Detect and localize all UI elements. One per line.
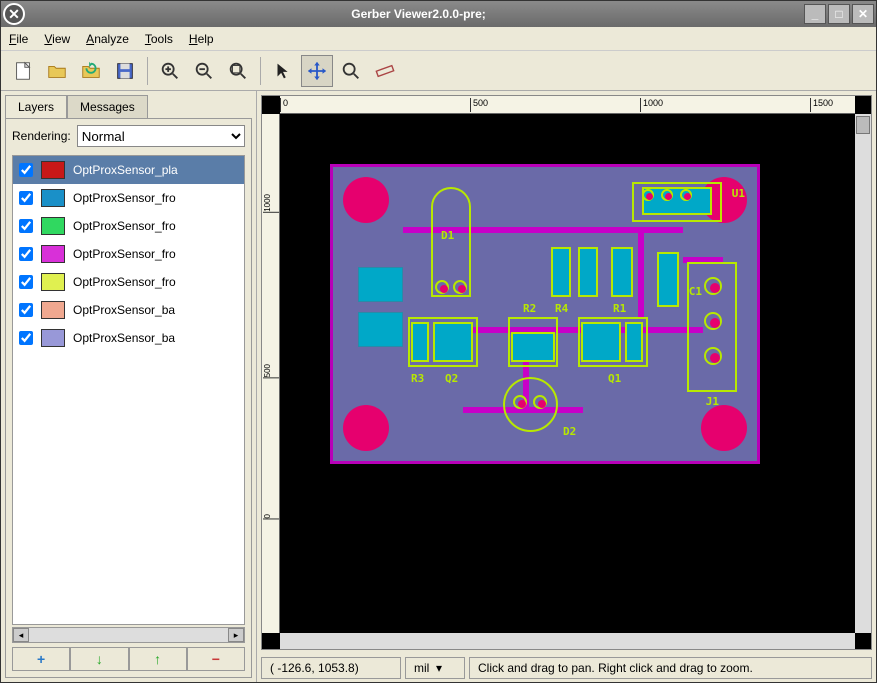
menu-tools[interactable]: Tools xyxy=(145,32,173,46)
layer-color-swatch[interactable] xyxy=(41,301,65,319)
scrollbar-vertical[interactable] xyxy=(855,114,871,633)
app-window: ✕ Gerber Viewer2.0.0-pre; _ □ ✕ File Vie… xyxy=(0,0,877,683)
layer-color-swatch[interactable] xyxy=(41,189,65,207)
pan-tool[interactable] xyxy=(301,55,333,87)
pcb-board: D1 U1 R4 R1 xyxy=(330,164,760,464)
status-hint: Click and drag to pan. Right click and d… xyxy=(469,657,872,679)
layer-row[interactable]: OptProxSensor_fro xyxy=(13,240,244,268)
layer-name-label: OptProxSensor_ba xyxy=(73,303,238,317)
tab-messages[interactable]: Messages xyxy=(67,95,148,118)
save-button[interactable] xyxy=(109,55,141,87)
layer-color-swatch[interactable] xyxy=(41,245,65,263)
layer-row[interactable]: OptProxSensor_fro xyxy=(13,268,244,296)
layer-visible-checkbox[interactable] xyxy=(19,247,33,261)
layer-name-label: OptProxSensor_fro xyxy=(73,191,238,205)
revert-button[interactable] xyxy=(75,55,107,87)
add-layer-button[interactable]: + xyxy=(12,647,70,671)
ruler-vertical: 1000 500 0 xyxy=(262,114,280,633)
zoom-tool[interactable] xyxy=(335,55,367,87)
new-button[interactable] xyxy=(7,55,39,87)
layer-color-swatch[interactable] xyxy=(41,161,65,179)
move-up-button[interactable]: ↑ xyxy=(129,647,187,671)
menu-file[interactable]: File xyxy=(9,32,28,46)
move-down-button[interactable]: ↓ xyxy=(70,647,128,671)
layer-color-swatch[interactable] xyxy=(41,329,65,347)
close-badge-icon[interactable]: ✕ xyxy=(3,3,25,25)
minimize-button[interactable]: _ xyxy=(804,4,826,24)
layer-name-label: OptProxSensor_pla xyxy=(73,163,238,177)
layer-name-label: OptProxSensor_fro xyxy=(73,247,238,261)
scrollbar-horizontal[interactable] xyxy=(280,633,855,649)
layer-color-swatch[interactable] xyxy=(41,273,65,291)
layer-visible-checkbox[interactable] xyxy=(19,191,33,205)
layer-visible-checkbox[interactable] xyxy=(19,331,33,345)
menu-help[interactable]: Help xyxy=(189,32,214,46)
layer-row[interactable]: OptProxSensor_ba xyxy=(13,296,244,324)
rendering-select[interactable]: Normal xyxy=(77,125,245,147)
measure-tool[interactable] xyxy=(369,55,401,87)
statusbar: ( -126.6, 1053.8) mil ▾ Click and drag t… xyxy=(257,654,876,682)
close-button[interactable]: ✕ xyxy=(852,4,874,24)
layer-color-swatch[interactable] xyxy=(41,217,65,235)
zoom-fit-button[interactable] xyxy=(222,55,254,87)
layer-visible-checkbox[interactable] xyxy=(19,163,33,177)
layer-name-label: OptProxSensor_fro xyxy=(73,275,238,289)
sidebar: Layers Messages Rendering: Normal OptPro… xyxy=(1,91,257,682)
viewport[interactable]: 0 500 1000 1500 1000 500 0 xyxy=(261,95,872,650)
layer-visible-checkbox[interactable] xyxy=(19,219,33,233)
titlebar: ✕ Gerber Viewer2.0.0-pre; _ □ ✕ xyxy=(1,1,876,27)
pointer-tool[interactable] xyxy=(267,55,299,87)
sidebar-hscroll[interactable]: ◂▸ xyxy=(12,627,245,643)
menu-analyze[interactable]: Analyze xyxy=(86,32,129,46)
toolbar xyxy=(1,51,876,91)
open-button[interactable] xyxy=(41,55,73,87)
maximize-button[interactable]: □ xyxy=(828,4,850,24)
zoom-out-button[interactable] xyxy=(188,55,220,87)
layer-row[interactable]: OptProxSensor_fro xyxy=(13,184,244,212)
layer-visible-checkbox[interactable] xyxy=(19,303,33,317)
status-unit-select[interactable]: mil ▾ xyxy=(405,657,465,679)
layer-name-label: OptProxSensor_fro xyxy=(73,219,238,233)
remove-layer-button[interactable]: − xyxy=(187,647,245,671)
tab-layers[interactable]: Layers xyxy=(5,95,67,118)
layer-name-label: OptProxSensor_ba xyxy=(73,331,238,345)
ruler-horizontal: 0 500 1000 1500 xyxy=(280,96,855,114)
rendering-label: Rendering: xyxy=(12,129,71,143)
pcb-canvas[interactable]: D1 U1 R4 R1 xyxy=(280,114,855,633)
layer-row[interactable]: OptProxSensor_pla xyxy=(13,156,244,184)
canvas-area: 0 500 1000 1500 1000 500 0 xyxy=(257,91,876,682)
window-title: Gerber Viewer2.0.0-pre; xyxy=(33,7,804,21)
layer-row[interactable]: OptProxSensor_ba xyxy=(13,324,244,352)
menu-view[interactable]: View xyxy=(44,32,70,46)
layer-list: OptProxSensor_pla OptProxSensor_fro OptPro… xyxy=(12,155,245,625)
zoom-in-button[interactable] xyxy=(154,55,186,87)
status-coords: ( -126.6, 1053.8) xyxy=(261,657,401,679)
menubar: File View Analyze Tools Help xyxy=(1,27,876,51)
layer-row[interactable]: OptProxSensor_fro xyxy=(13,212,244,240)
layer-visible-checkbox[interactable] xyxy=(19,275,33,289)
